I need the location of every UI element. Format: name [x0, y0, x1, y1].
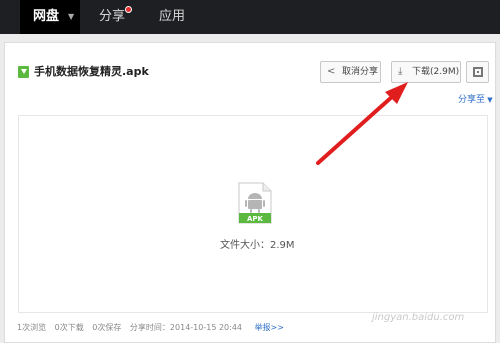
- nav-item-netdisk[interactable]: 网盘 ▼: [20, 0, 80, 34]
- view-count: 1次浏览: [17, 323, 47, 332]
- report-link[interactable]: 举报>>: [255, 323, 284, 332]
- top-navigation-bar: 网盘 ▼ 分享 应用: [0, 0, 500, 34]
- nav-item-label: 应用: [159, 9, 186, 24]
- file-preview-area: APK 文件大小：2.9M: [18, 115, 488, 313]
- apk-type-label: APK: [247, 215, 264, 223]
- download-icon: ⤓: [398, 66, 403, 77]
- notification-dot-icon: [125, 6, 132, 13]
- nav-item-label: 网盘: [33, 9, 60, 24]
- file-share-panel: 手机数据恢复精灵.apk < 取消分享 ⤓ 下载(2.9M) 分享至 ▼ APK: [4, 42, 496, 343]
- chevron-down-icon: ▼: [68, 12, 75, 21]
- apk-file-icon: [18, 66, 29, 78]
- save-count: 0次保存: [92, 323, 122, 332]
- qr-code-button[interactable]: [466, 61, 489, 83]
- download-button[interactable]: ⤓ 下载(2.9M): [391, 61, 461, 83]
- cancel-share-label: 取消分享: [342, 67, 379, 77]
- nav-item-label: 分享: [99, 9, 126, 24]
- watermark: jingyan.baidu.com: [372, 312, 465, 323]
- file-size-text: 文件大小：2.9M: [220, 240, 295, 251]
- download-count: 0次下载: [54, 323, 84, 332]
- share-to-dropdown[interactable]: 分享至 ▼: [458, 92, 493, 105]
- download-label: 下载(2.9M): [412, 67, 460, 77]
- apk-document-icon: APK: [238, 182, 272, 224]
- share-icon: <: [327, 66, 336, 77]
- qr-code-icon: [473, 67, 483, 77]
- file-title: 手机数据恢复精灵.apk: [34, 65, 149, 78]
- nav-item-share[interactable]: 分享: [99, 0, 132, 34]
- share-time: 分享时间：2014-10-15 20:44: [129, 323, 243, 332]
- share-to-label: 分享至: [458, 95, 486, 105]
- share-stats-footer: 1次浏览 0次下载 0次保存 分享时间：2014-10-15 20:44 举报>…: [17, 322, 290, 333]
- cancel-share-button[interactable]: < 取消分享: [320, 61, 381, 83]
- nav-item-apps[interactable]: 应用: [159, 0, 185, 34]
- chevron-down-icon: ▼: [485, 96, 493, 104]
